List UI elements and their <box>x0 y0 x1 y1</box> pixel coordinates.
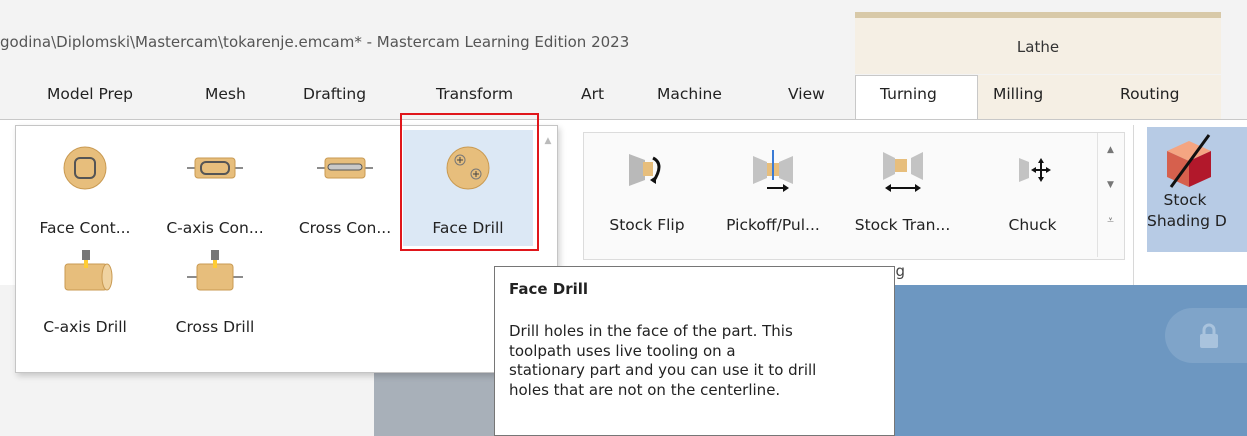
tooltip-line: toolpath uses live tooling on a <box>509 341 736 360</box>
tooltip-line: Drill holes in the face of the part. Thi… <box>509 322 793 340</box>
stock-shading-label-1: Stock <box>1163 191 1207 209</box>
pickoff-pull-icon <box>753 150 793 192</box>
tab-drafting[interactable]: Drafting <box>303 85 366 103</box>
tab-mesh[interactable]: Mesh <box>205 85 246 103</box>
view-lock-widget[interactable] <box>1165 308 1247 363</box>
c-axis-drill-label: C-axis Drill <box>43 318 127 336</box>
stock-shading-icon <box>1167 134 1211 188</box>
annotation-highlight-box <box>400 113 539 251</box>
face-drill-tooltip: Face Drill Drill holes in the face of th… <box>494 266 895 436</box>
c-axis-contour-item[interactable]: C-axis Con... <box>150 130 280 246</box>
gallery-scroll-down-icon[interactable]: ▼ <box>1098 180 1123 190</box>
stock-transfer-icon <box>882 152 923 192</box>
face-contour-item[interactable]: Face Cont... <box>20 130 150 246</box>
chuck-icon <box>1018 158 1051 182</box>
tab-transform[interactable]: Transform <box>436 85 513 103</box>
chuck-label: Chuck <box>1008 216 1057 234</box>
tooltip-title: Face Drill <box>509 280 589 298</box>
chuck-button[interactable]: Chuck <box>995 138 1070 248</box>
face-contour-icon <box>63 146 107 190</box>
dropdown-scroll-up-icon[interactable]: ▲ <box>539 136 557 146</box>
lock-icon <box>1200 323 1218 348</box>
cross-contour-item[interactable]: Cross Con... <box>280 130 410 246</box>
cross-drill-item[interactable]: Cross Drill <box>150 236 280 356</box>
tab-turning[interactable]: Turning <box>880 85 937 103</box>
pickoff-pull-button[interactable]: Pickoff/Pul... <box>713 138 833 248</box>
c-axis-contour-label: C-axis Con... <box>166 219 264 237</box>
gallery-scrollbar[interactable]: ▲ ▼ ⩡ <box>1097 133 1123 257</box>
stock-flip-label: Stock Flip <box>609 216 685 234</box>
c-axis-drill-item[interactable]: C-axis Drill <box>20 236 150 356</box>
face-contour-label: Face Cont... <box>39 219 131 237</box>
tab-art[interactable]: Art <box>581 85 604 103</box>
tooltip-line: holes that are not on the centerline. <box>509 380 781 399</box>
cross-contour-icon <box>317 157 373 179</box>
stock-transfer-button[interactable]: Stock Tran... <box>845 138 960 248</box>
cross-contour-label: Cross Con... <box>298 219 392 237</box>
stock-transfer-label: Stock Tran... <box>854 216 951 234</box>
stock-flip-icon <box>629 154 661 186</box>
tab-model-prep[interactable]: Model Prep <box>47 85 133 103</box>
c-axis-contour-icon <box>187 157 243 179</box>
stock-shading-button[interactable]: Stock Shading D <box>1147 127 1247 252</box>
c-axis-drill-icon <box>64 250 113 291</box>
window-title: godina\Diplomski\Mastercam\tokarenje.emc… <box>0 33 630 51</box>
context-tab-label: Lathe <box>1016 38 1060 56</box>
tab-view[interactable]: View <box>788 85 825 103</box>
gallery-scroll-up-icon[interactable]: ▲ <box>1098 145 1123 155</box>
group-divider <box>1133 125 1134 285</box>
cross-drill-label: Cross Drill <box>175 318 255 336</box>
cross-drill-icon <box>187 250 243 291</box>
pickoff-pull-label: Pickoff/Pul... <box>726 216 820 234</box>
tooltip-line: stationary part and you can use it to dr… <box>509 361 817 379</box>
ribbon-tabs: Model Prep Mesh Drafting Transform Art M… <box>0 75 1247 119</box>
tab-milling[interactable]: Milling <box>993 85 1043 103</box>
tooltip-description: Drill holes in the face of the part. Thi… <box>509 322 879 400</box>
stock-flip-button[interactable]: Stock Flip <box>597 138 697 248</box>
context-tab-group-lathe: Lathe <box>855 12 1221 74</box>
tab-machine[interactable]: Machine <box>657 85 722 103</box>
gallery-expand-icon[interactable]: ⩡ <box>1098 213 1123 228</box>
tab-routing[interactable]: Routing <box>1120 85 1179 103</box>
stock-shading-label-2: Shading D <box>1147 212 1227 230</box>
viewport-grey-region <box>374 370 494 436</box>
